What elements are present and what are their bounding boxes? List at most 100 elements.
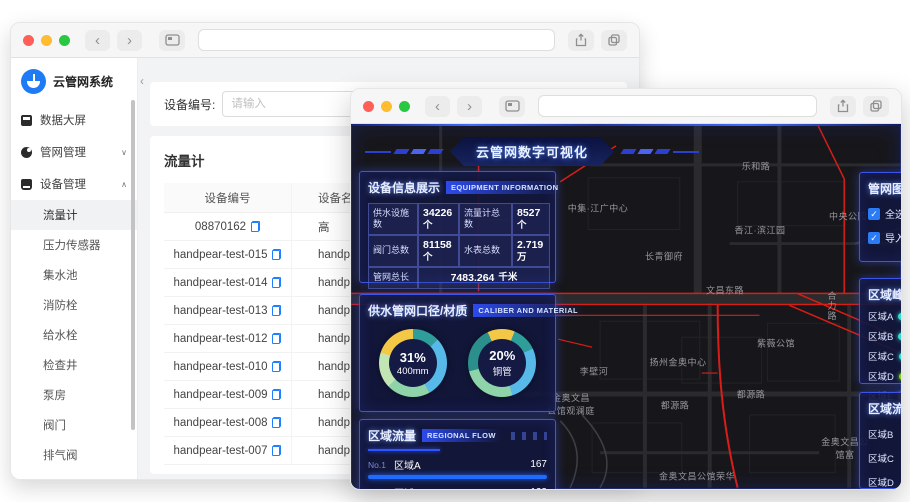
- brand: 云管网系统: [11, 58, 137, 104]
- panel-title: 区域峰值: [868, 288, 901, 302]
- donut-label: 400mm: [396, 365, 429, 377]
- peak-row: 区域D: [868, 369, 901, 383]
- copy-icon[interactable]: [272, 249, 282, 260]
- flow-value: 167: [530, 459, 547, 470]
- stat-label: 管网总长: [368, 267, 418, 289]
- back-button[interactable]: ‹: [85, 29, 110, 51]
- sidebar-subitem[interactable]: 泵房: [11, 380, 137, 410]
- forward-button[interactable]: ›: [117, 29, 142, 51]
- copy-icon[interactable]: [272, 305, 282, 316]
- regional-flow-panel: 区域流量 REGIONAL FLOW No.1 区域A 167 No.2区域C123: [359, 419, 556, 489]
- sidebar-subitem[interactable]: 集水池: [11, 260, 137, 290]
- donut-charts: 31% 400mm 20% 铜管: [368, 329, 547, 397]
- sidebar-collapse-icon[interactable]: ‹: [140, 74, 144, 88]
- minimize-traffic-light[interactable]: [381, 100, 392, 112]
- sidebar-subitem[interactable]: 给水栓: [11, 320, 137, 350]
- back-button[interactable]: ‹: [425, 95, 450, 117]
- sidebar-subitem[interactable]: 流量计: [11, 200, 137, 230]
- stat-value: 2.719 万: [512, 235, 550, 267]
- copy-tabs-icon[interactable]: [863, 95, 889, 117]
- copy-icon[interactable]: [272, 389, 282, 400]
- close-traffic-light[interactable]: [363, 100, 374, 112]
- map-place-label: 文昌东路: [705, 285, 745, 296]
- copy-tabs-icon[interactable]: [601, 29, 627, 51]
- copy-icon[interactable]: [272, 361, 282, 372]
- sidebar-subitem[interactable]: 压力传感器: [11, 230, 137, 260]
- device-code: handpear-test-012: [173, 332, 268, 345]
- regional-peak-panel: 区域峰值 区域A区域B区域C区域D区域E 0: [859, 278, 901, 418]
- toggle-switch[interactable]: [898, 312, 901, 320]
- maximize-traffic-light[interactable]: [399, 100, 410, 112]
- sidebar-item[interactable]: 设备管理 ∧: [11, 168, 137, 200]
- sidebar: 云管网系统 ‹ 数据大屏 管网管理 ∨ 设备管理 ∧ 流量计 压力传感器 集水池 消防栓 给水栓检…: [11, 58, 144, 479]
- region-label: 区域C: [394, 485, 530, 489]
- map-place-label: 扬州金奥中心: [649, 357, 707, 368]
- sidebar-subitem[interactable]: 阀门: [11, 410, 137, 440]
- close-traffic-light[interactable]: [23, 34, 34, 46]
- stat-value: 81158 个: [418, 235, 459, 267]
- sidebar-subitem[interactable]: 消防栓: [11, 290, 137, 320]
- map-place-label: 中集·江广中心: [567, 203, 629, 214]
- forward-button[interactable]: ›: [457, 95, 482, 117]
- device-code-cell: handpear-test-014: [164, 269, 292, 296]
- donut-percent: 20%: [489, 348, 516, 363]
- device-code: handpear-test-007: [173, 444, 268, 457]
- chevron-up-icon: ∧: [121, 179, 127, 189]
- panel-header: 设备信息展示 EQUIPMENT INFORMATION: [368, 179, 564, 196]
- sidebar-scrollbar[interactable]: [131, 100, 135, 430]
- share-icon[interactable]: [830, 95, 856, 117]
- checkbox-checked-icon[interactable]: ✓: [868, 207, 880, 220]
- sidebar-submenu: 流量计压力传感器集水池消防栓给水栓检查井泵房阀门排气阀出水口水源井: [11, 200, 137, 479]
- flow-toggle-row[interactable]: 区域D: [868, 475, 901, 489]
- map-place-label: 紫薇公馆: [756, 338, 796, 349]
- maximize-traffic-light[interactable]: [59, 34, 70, 46]
- flow-toggle-row[interactable]: 区域B: [868, 427, 901, 441]
- flow-rank-row: No.1 区域A 167: [368, 457, 547, 472]
- tab-overview-icon[interactable]: [159, 29, 185, 51]
- sidebar-item[interactable]: 管网管理 ∨: [11, 136, 137, 168]
- address-bar[interactable]: [198, 29, 555, 51]
- front-browser-chrome: ‹ ›: [351, 89, 901, 124]
- flow-toggle-row[interactable]: 区域C: [868, 451, 901, 465]
- flow-value: 123: [530, 487, 547, 489]
- sidebar-item[interactable]: 数据大屏: [11, 104, 137, 136]
- stat-value: 8527 个: [512, 203, 550, 235]
- map-place-label: 合力路: [826, 291, 837, 321]
- share-icon[interactable]: [568, 29, 594, 51]
- header-left-decoration: [365, 149, 444, 154]
- copy-icon[interactable]: [251, 221, 261, 232]
- copy-icon[interactable]: [272, 277, 282, 288]
- checkbox-row: ✓ 全选: [868, 206, 901, 221]
- copy-icon[interactable]: [272, 333, 282, 344]
- toggle-switch[interactable]: [898, 332, 901, 340]
- address-bar[interactable]: [538, 95, 817, 117]
- layer-checkbox-rows: ✓ 全选 ✓ 导入: [868, 206, 901, 245]
- sidebar-subitem[interactable]: 检查井: [11, 350, 137, 380]
- device-code-cell: handpear-test-012: [164, 325, 292, 352]
- front-browser-window: ‹ › 乐和路 中集·江广中心 中央公园 香江·滨江园 长青御府 文昌东路 合力…: [350, 88, 902, 490]
- minimize-traffic-light[interactable]: [41, 34, 52, 46]
- map-place-label: 香江·滨江园: [734, 225, 786, 236]
- toggle-switch[interactable]: [898, 372, 901, 380]
- toggle-switch[interactable]: [898, 352, 901, 360]
- sidebar-subitem[interactable]: 出水口: [11, 470, 137, 479]
- panel-header: 供水管网口径/材质 CALIBER AND MATERIAL: [368, 302, 584, 319]
- stat-number: 2.719: [517, 239, 544, 251]
- copy-icon[interactable]: [272, 445, 282, 456]
- stat-value: 7483.264 千米: [418, 267, 550, 289]
- flow-bar: [368, 475, 547, 479]
- device-code: handpear-test-015: [173, 248, 268, 261]
- checkbox-label: 导入: [885, 234, 901, 245]
- tab-overview-icon[interactable]: [499, 95, 525, 117]
- region-label: 区域A: [868, 312, 894, 323]
- stat-number: 34226: [423, 207, 453, 219]
- sidebar-subitem[interactable]: 排气阀: [11, 440, 137, 470]
- dashboard-header: 云管网数字可视化: [365, 137, 700, 166]
- stat-value: 34226 个: [418, 203, 459, 235]
- donut-chart: 31% 400mm: [378, 329, 447, 397]
- pipe-network-icon: [21, 146, 32, 158]
- checkbox-checked-icon[interactable]: ✓: [868, 231, 880, 244]
- copy-icon[interactable]: [272, 417, 282, 428]
- device-code: handpear-test-013: [173, 304, 268, 317]
- stat-unit: 个: [423, 219, 433, 231]
